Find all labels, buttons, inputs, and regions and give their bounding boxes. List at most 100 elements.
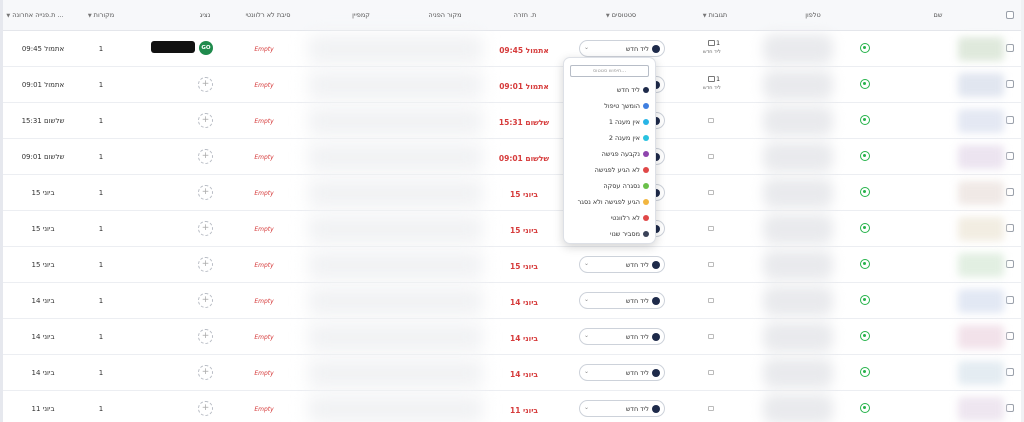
- header-return-date[interactable]: ת. חזרה: [514, 11, 537, 19]
- lead-name-blurred[interactable]: [958, 253, 1004, 277]
- message-icon[interactable]: [708, 370, 714, 375]
- phone-blurred[interactable]: [763, 394, 833, 422]
- lead-name-blurred[interactable]: [958, 361, 1004, 385]
- whatsapp-icon[interactable]: [860, 115, 870, 125]
- header-last-created[interactable]: ▼ ת.פנייה אחרונה ...: [6, 11, 63, 19]
- whatsapp-icon[interactable]: [860, 43, 870, 53]
- status-option[interactable]: ליד חדש: [617, 85, 649, 95]
- message-icon[interactable]: [708, 154, 714, 159]
- agent-avatar[interactable]: GO: [199, 41, 213, 55]
- table-row[interactable]: ליד חדש ⌄ שלשום 09:01Empty1שלשום 09:01: [3, 139, 1021, 175]
- assign-agent-icon[interactable]: [198, 185, 213, 200]
- not-relevant-reason[interactable]: Empty: [254, 370, 273, 377]
- table-row[interactable]: 1 ליד חדש ליד חדש ⌄ אתמול 09:01Empty1אתמ…: [3, 67, 1021, 103]
- row-checkbox[interactable]: [1006, 260, 1014, 268]
- row-checkbox[interactable]: [1006, 80, 1014, 88]
- whatsapp-icon[interactable]: [860, 295, 870, 305]
- status-search-input[interactable]: חיפוש סטטוס...: [570, 65, 649, 77]
- whatsapp-icon[interactable]: [860, 367, 870, 377]
- header-campaign[interactable]: קמפיין: [352, 11, 370, 19]
- status-option[interactable]: נסגרה עסקה: [603, 181, 649, 191]
- assign-agent-icon[interactable]: [198, 329, 213, 344]
- message-icon[interactable]: [708, 406, 714, 411]
- whatsapp-icon[interactable]: [860, 79, 870, 89]
- not-relevant-reason[interactable]: Empty: [254, 334, 273, 341]
- lead-name-blurred[interactable]: [958, 397, 1004, 421]
- table-row[interactable]: ליד חדש ⌄ 14 ביוני Empty 1 14 ביוני: [3, 355, 1021, 391]
- row-checkbox[interactable]: [1006, 44, 1014, 52]
- row-checkbox[interactable]: [1006, 152, 1014, 160]
- assign-agent-icon[interactable]: [198, 293, 213, 308]
- status-option[interactable]: הגיע לפגישה ולא נסגר: [578, 197, 649, 207]
- header-messages[interactable]: ▼ תגובות: [703, 11, 727, 19]
- assign-agent-icon[interactable]: [198, 77, 213, 92]
- assign-agent-icon[interactable]: [198, 221, 213, 236]
- lead-name-blurred[interactable]: [958, 37, 1004, 61]
- row-checkbox[interactable]: [1006, 224, 1014, 232]
- lead-name-blurred[interactable]: [958, 181, 1004, 205]
- header-not-relevant-reason[interactable]: סיבת לא רלוונטי: [245, 11, 290, 19]
- header-agent[interactable]: נציג: [200, 11, 211, 19]
- table-row[interactable]: ליד חדש ⌄ 14 ביוני Empty 1 14 ביוני: [3, 283, 1021, 319]
- select-all-checkbox[interactable]: [1006, 11, 1014, 19]
- header-sources[interactable]: ▼ מקורות: [88, 11, 114, 19]
- row-checkbox[interactable]: [1006, 296, 1014, 304]
- lead-name-blurred[interactable]: [958, 217, 1004, 241]
- status-select[interactable]: ליד חדש ⌄: [579, 40, 665, 57]
- status-select[interactable]: ליד חדש ⌄: [579, 328, 665, 345]
- not-relevant-reason[interactable]: Empty: [254, 82, 273, 89]
- not-relevant-reason[interactable]: Empty: [254, 154, 273, 161]
- row-checkbox[interactable]: [1006, 116, 1014, 124]
- not-relevant-reason[interactable]: Empty: [254, 298, 273, 305]
- not-relevant-reason[interactable]: Empty: [254, 118, 273, 125]
- whatsapp-icon[interactable]: [860, 331, 870, 341]
- status-select[interactable]: ליד חדש ⌄: [579, 292, 665, 309]
- phone-blurred[interactable]: [763, 106, 833, 136]
- status-option[interactable]: מסביר שנוי: [610, 229, 649, 239]
- status-option[interactable]: לא רלוונטי: [611, 213, 649, 223]
- status-option[interactable]: אין מענה 1: [609, 117, 649, 127]
- status-option[interactable]: נקבעה פגישה: [602, 149, 649, 159]
- header-phone[interactable]: טלפון: [805, 11, 821, 19]
- whatsapp-icon[interactable]: [860, 187, 870, 197]
- status-select[interactable]: ליד חדש ⌄: [579, 400, 665, 417]
- phone-blurred[interactable]: [763, 34, 833, 64]
- lead-name-blurred[interactable]: [958, 73, 1004, 97]
- row-checkbox[interactable]: [1006, 368, 1014, 376]
- phone-blurred[interactable]: [763, 142, 833, 172]
- message-icon[interactable]: [708, 190, 714, 195]
- message-icon[interactable]: [708, 298, 714, 303]
- row-checkbox[interactable]: [1006, 404, 1014, 412]
- lead-name-blurred[interactable]: [958, 109, 1004, 133]
- status-select[interactable]: ליד חדש ⌄: [579, 364, 665, 381]
- lead-name-blurred[interactable]: [958, 325, 1004, 349]
- message-icon[interactable]: [708, 226, 714, 231]
- message-icon[interactable]: [708, 262, 714, 267]
- table-row[interactable]: ליד חדש ⌄ 14 ביוני Empty 1 14 ביוני: [3, 319, 1021, 355]
- table-row[interactable]: 1 ליד חדש ליד חדש ⌄ אתמול 09:45 Empty GO 1 א…: [3, 31, 1021, 67]
- not-relevant-reason[interactable]: Empty: [254, 190, 273, 197]
- whatsapp-icon[interactable]: [860, 403, 870, 413]
- table-row[interactable]: ליד חדש ⌄ 11 ביוני Empty 1 11 ביוני: [3, 391, 1021, 422]
- message-icon[interactable]: [708, 118, 714, 123]
- not-relevant-reason[interactable]: Empty: [254, 406, 273, 413]
- not-relevant-reason[interactable]: Empty: [254, 46, 273, 53]
- table-row[interactable]: ליד חדש ⌄ 15 ביוניEmpty115 ביוני: [3, 211, 1021, 247]
- status-select[interactable]: ליד חדש ⌄: [579, 256, 665, 273]
- assign-agent-icon[interactable]: [198, 401, 213, 416]
- whatsapp-icon[interactable]: [860, 151, 870, 161]
- whatsapp-icon[interactable]: [860, 223, 870, 233]
- status-option[interactable]: הומשך טיפול: [604, 101, 649, 111]
- header-status[interactable]: ▼ סטטוסים: [606, 11, 636, 19]
- phone-blurred[interactable]: [763, 286, 833, 316]
- row-checkbox[interactable]: [1006, 332, 1014, 340]
- table-row[interactable]: ליד חדש ⌄ 15 ביוניEmpty115 ביוני: [3, 175, 1021, 211]
- phone-blurred[interactable]: [763, 322, 833, 352]
- message-icon[interactable]: [708, 334, 714, 339]
- lead-name-blurred[interactable]: [958, 289, 1004, 313]
- phone-blurred[interactable]: [763, 358, 833, 388]
- assign-agent-icon[interactable]: [198, 257, 213, 272]
- phone-blurred[interactable]: [763, 178, 833, 208]
- assign-agent-icon[interactable]: [198, 113, 213, 128]
- phone-blurred[interactable]: [763, 250, 833, 280]
